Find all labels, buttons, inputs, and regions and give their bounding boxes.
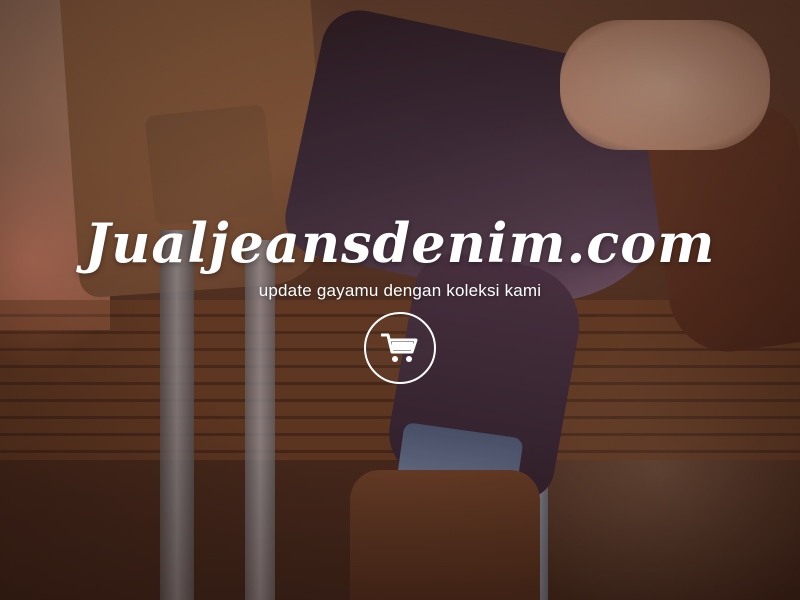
shop-cart-button[interactable] — [364, 312, 436, 384]
hero-section: Jualjeansdenim.com update gayamu dengan … — [0, 0, 800, 600]
tagline: update gayamu dengan koleksi kami — [258, 281, 542, 300]
hero-content: Jualjeansdenim.com update gayamu dengan … — [0, 210, 800, 389]
shopping-cart-icon — [381, 333, 418, 362]
brand-title: Jualjeansdenim.com — [84, 211, 716, 275]
